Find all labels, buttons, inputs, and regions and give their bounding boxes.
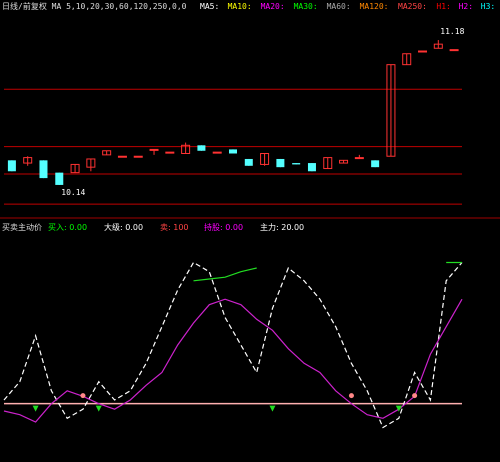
candle-body — [276, 158, 285, 168]
indicator-item: 买入: 0.00 — [48, 223, 87, 232]
ma-indicator: MA60: — [327, 2, 351, 11]
indicator-item: 主力: 20.00 — [260, 222, 304, 232]
series-white — [3, 261, 463, 429]
price-header-title: 日线/前复权 MA 5,10,20,30,60,120,250,0,0 — [2, 1, 187, 11]
candle-body — [371, 160, 380, 168]
candle-body — [212, 151, 222, 154]
indicator-item: 持股: 0.00 — [204, 222, 243, 232]
sell-signal — [80, 393, 86, 399]
indicator-item: 卖: 100 — [160, 223, 189, 232]
candle-body — [307, 163, 316, 172]
candle-body — [55, 172, 64, 185]
ma-indicator: H2: — [459, 2, 473, 11]
candle-body — [354, 157, 364, 160]
price-panel: 11.18 10.14 — [4, 27, 465, 205]
ma-indicator: MA5: — [200, 2, 219, 11]
ma-indicator: MA120: — [360, 2, 389, 11]
candle-body — [449, 49, 459, 52]
ma-indicator: H3: — [481, 2, 495, 11]
price-annotation: 10.14 — [61, 188, 85, 197]
buy-signal — [95, 405, 102, 412]
indicator-item: 大级: 0.00 — [104, 222, 143, 232]
indicator-panel — [3, 261, 463, 429]
candle-body — [197, 145, 206, 151]
candle-body — [39, 160, 48, 179]
candle-body — [229, 149, 237, 154]
series-green — [193, 261, 462, 282]
candle-body — [149, 148, 159, 151]
ma-indicator: H1: — [436, 2, 450, 11]
ma-indicator: MA250: — [398, 2, 427, 11]
candle-body — [244, 158, 253, 166]
candle-body — [133, 155, 143, 158]
sell-signal — [412, 393, 418, 399]
chart-canvas[interactable]: 11.18 10.14 日线/前复权 MA 5,10,20,30,60,120,2… — [0, 0, 500, 462]
ma-indicator: MA30: — [294, 2, 318, 11]
header-layer: 日线/前复权 MA 5,10,20,30,60,120,250,0,0 MA5: M… — [2, 1, 495, 232]
candle-body — [165, 151, 175, 154]
indicator-header-title: 买卖主动价 — [2, 222, 42, 232]
candle-body — [7, 160, 16, 172]
buy-signal — [269, 405, 276, 412]
candle-body — [292, 163, 301, 165]
sell-signal — [348, 393, 354, 399]
ma-indicator: MA20: — [261, 2, 285, 11]
candle-body — [117, 155, 127, 158]
stock-chart: 11.18 10.14 日线/前复权 MA 5,10,20,30,60,120,2… — [0, 0, 500, 462]
buy-signal — [32, 405, 39, 412]
candle-body — [418, 50, 428, 53]
ma-indicator: MA10: — [228, 2, 252, 11]
price-annotation: 11.18 — [440, 27, 464, 36]
